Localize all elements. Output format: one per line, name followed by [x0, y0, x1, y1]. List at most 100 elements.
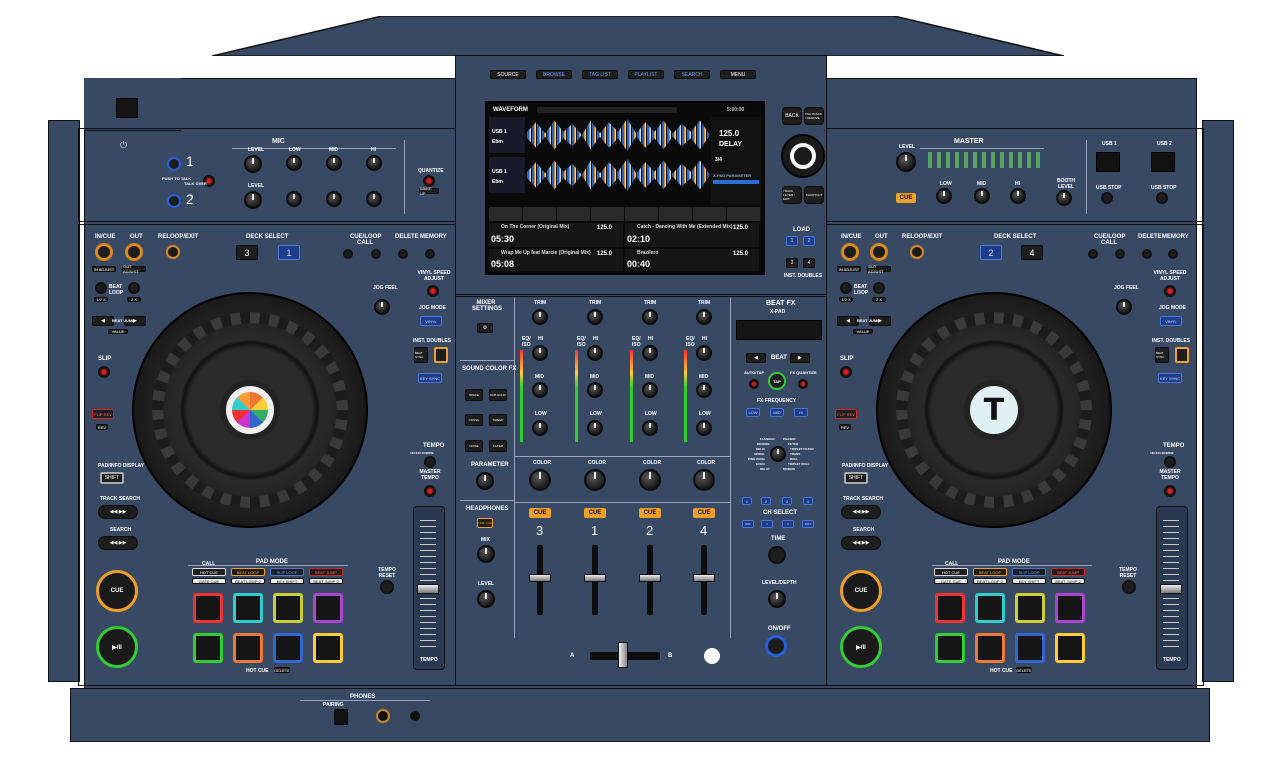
- ch0-fader-cap[interactable]: [529, 574, 551, 582]
- beat-jump-back[interactable]: ◀: [92, 316, 114, 326]
- freq-low-button[interactable]: LOW: [746, 408, 760, 417]
- ch1-trim-knob[interactable]: [587, 309, 603, 325]
- cue-button[interactable]: CUE: [96, 570, 138, 612]
- r-tempo-reset-button[interactable]: [1122, 580, 1136, 594]
- sc-noise-button[interactable]: NOISE: [465, 440, 483, 452]
- r-pad-1[interactable]: [935, 593, 965, 623]
- ch-select-b2[interactable]: 2: [782, 520, 794, 528]
- tempo-range-button[interactable]: [424, 456, 436, 468]
- r-pad-2[interactable]: [975, 593, 1005, 623]
- ch3-mid-knob[interactable]: [696, 382, 712, 398]
- x-pad-strip[interactable]: [736, 320, 822, 340]
- ch2-low-knob[interactable]: [642, 420, 658, 436]
- nav-source-button[interactable]: SOURCE: [490, 70, 526, 79]
- mic1-hi-knob[interactable]: [366, 155, 382, 171]
- search-buttons[interactable]: ◀◀ ▶▶: [98, 536, 138, 550]
- track-filter-button[interactable]: TRACK FILTER / EDIT: [782, 186, 802, 204]
- phones-jack-large[interactable]: [376, 709, 390, 723]
- beat-loop-double-button[interactable]: [128, 282, 140, 294]
- back-button[interactable]: BACK: [782, 107, 802, 125]
- r-flip-rev-button[interactable]: FLIP REV: [835, 409, 857, 419]
- beat-sync-button[interactable]: BEAT SYNC: [414, 347, 428, 363]
- deck-4-button[interactable]: 4: [1021, 245, 1043, 260]
- fx-quantize-button[interactable]: [798, 379, 808, 389]
- ch2-color-knob[interactable]: [639, 469, 661, 491]
- beat-fx-on-button[interactable]: [765, 635, 787, 657]
- hot-cue-mode-button[interactable]: HOT CUE: [192, 568, 226, 576]
- r-in-cue-button[interactable]: [841, 243, 859, 261]
- tempo-slider-cap[interactable]: [417, 584, 439, 594]
- master-tempo-button[interactable]: [424, 485, 436, 497]
- slip-button[interactable]: [98, 366, 110, 378]
- autotap-button[interactable]: [749, 379, 759, 389]
- r-memory-button[interactable]: [1168, 249, 1178, 259]
- memory-button[interactable]: [425, 249, 435, 259]
- master-hi-knob[interactable]: [1010, 188, 1026, 204]
- parameter-knob[interactable]: [476, 472, 494, 490]
- r-hot-cue-mode-button[interactable]: HOT CUE: [934, 568, 968, 576]
- mic1-low-knob[interactable]: [286, 155, 302, 171]
- ch3-fader-cap[interactable]: [693, 574, 715, 582]
- r-delete-button[interactable]: [1142, 249, 1152, 259]
- nav-search-button[interactable]: SEARCH: [674, 70, 710, 79]
- tempo-reset-button[interactable]: [380, 580, 394, 594]
- pad-5[interactable]: [193, 633, 223, 663]
- master-mid-knob[interactable]: [974, 188, 990, 204]
- jog-feel-knob[interactable]: [374, 299, 390, 315]
- pad-4[interactable]: [313, 593, 343, 623]
- r-cue-loop-prev[interactable]: [1088, 249, 1098, 259]
- inst-doubles-button[interactable]: [434, 347, 448, 363]
- ch1-cue-button[interactable]: CUE: [584, 508, 606, 518]
- r-tempo-slider-cap[interactable]: [1160, 584, 1182, 594]
- mixer-settings-button[interactable]: ⚙: [477, 323, 493, 333]
- ch-select-1[interactable]: 1: [742, 497, 752, 505]
- load-3-button[interactable]: 3: [786, 258, 798, 268]
- touch-screen[interactable]: WAVEFORM 5:00:00 USB 1 Ebm USB 1 Ebm 125…: [485, 101, 765, 275]
- r-shift-button[interactable]: SHIFT: [844, 472, 868, 484]
- mic1-on-button[interactable]: [167, 157, 181, 171]
- ch2-hi-knob[interactable]: [642, 345, 658, 361]
- ch2-fader-cap[interactable]: [639, 574, 661, 582]
- flip-rev-button[interactable]: FLIP REV: [92, 409, 114, 419]
- mic2-hi-knob[interactable]: [366, 191, 382, 207]
- time-knob[interactable]: [768, 546, 786, 564]
- deck-1-button[interactable]: 1: [278, 245, 300, 260]
- ch1-mid-knob[interactable]: [587, 382, 603, 398]
- ch-select-mst[interactable]: MST: [802, 520, 814, 528]
- sc-filter-button[interactable]: FILTER: [489, 440, 507, 452]
- ch3-low-knob[interactable]: [696, 420, 712, 436]
- ch0-color-knob[interactable]: [529, 469, 551, 491]
- ch1-low-knob[interactable]: [587, 420, 603, 436]
- ch-select-mic[interactable]: MIC: [742, 520, 754, 528]
- shift-button[interactable]: SHIFT: [100, 472, 124, 484]
- ch3-trim-knob[interactable]: [696, 309, 712, 325]
- nav-playlist-button[interactable]: PLAYLIST: [628, 70, 664, 79]
- ch2-cue-button[interactable]: CUE: [639, 508, 661, 518]
- pad-2[interactable]: [233, 593, 263, 623]
- r-pad-4[interactable]: [1055, 593, 1085, 623]
- sc-sweep-button[interactable]: SWEEP: [489, 414, 507, 426]
- booth-level-knob[interactable]: [1056, 190, 1072, 206]
- nav-menu-button[interactable]: MENU: [720, 70, 756, 79]
- tag-track-button[interactable]: TAG TRACK / REMOVE: [804, 107, 824, 125]
- ch3-cue-button[interactable]: CUE: [693, 508, 715, 518]
- r-pad-7[interactable]: [1015, 633, 1045, 663]
- master-level-knob[interactable]: [896, 152, 916, 172]
- key-sync-button[interactable]: KEY SYNC: [418, 373, 442, 383]
- shortcut-button[interactable]: SHORTCUT: [804, 186, 824, 204]
- r-jog-feel-knob[interactable]: [1116, 299, 1132, 315]
- ch2-trim-knob[interactable]: [642, 309, 658, 325]
- r-beat-loop-double[interactable]: [873, 282, 885, 294]
- beat-jump-mode-button[interactable]: BEAT JUMP: [309, 568, 343, 576]
- r-track-search-buttons[interactable]: ◀◀ ▶▶: [841, 505, 881, 519]
- pad-3[interactable]: [273, 593, 303, 623]
- sc-dubecho-button[interactable]: DUB ECHO: [489, 389, 507, 401]
- r-beat-sync-button[interactable]: BEAT SYNC: [1155, 347, 1169, 363]
- reloop-button[interactable]: [166, 245, 180, 259]
- r-pad-3[interactable]: [1015, 593, 1045, 623]
- vinyl-speed-knob[interactable]: [427, 285, 439, 297]
- usb1-stop-button[interactable]: [1101, 192, 1113, 204]
- load-4-button[interactable]: 4: [803, 258, 815, 268]
- ch1-fader-cap[interactable]: [584, 574, 606, 582]
- r-slip-button[interactable]: [840, 366, 852, 378]
